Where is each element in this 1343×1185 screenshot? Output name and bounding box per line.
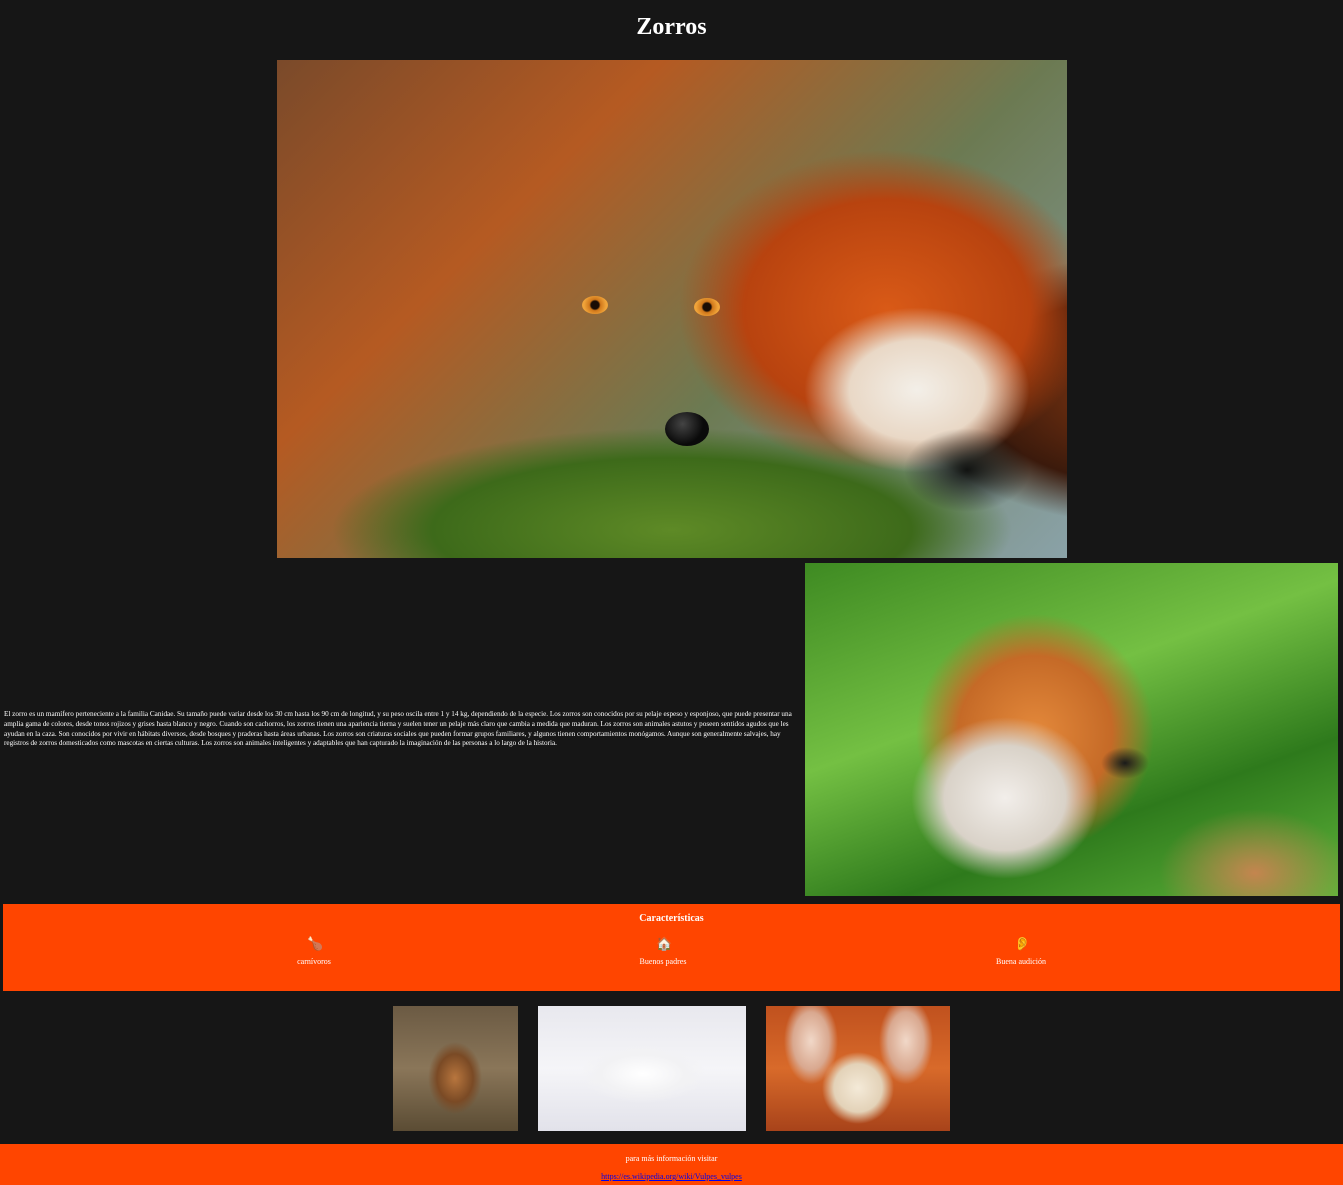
features-section: Características 🍗 carnívoros 🏠 Buenos pa…: [3, 904, 1340, 991]
drumstick-icon: 🍗: [307, 936, 324, 951]
gallery-image-fennec-fox: [766, 1006, 950, 1131]
feature-good-hearing: 👂 Buena audición: [921, 936, 1121, 967]
footer-text: para más información visitar: [625, 1154, 718, 1163]
footer: para más información visitar https://es.…: [0, 1144, 1343, 1185]
hero-fox-eye-left: [582, 296, 608, 314]
feature-good-parents: 🏠 Buenos padres: [563, 936, 763, 967]
hero-fox-nose: [665, 412, 709, 446]
feature-carnivores: 🍗 carnívoros: [214, 936, 414, 967]
intro-text-block: El zorro es un mamífero perteneciente a …: [4, 563, 804, 896]
hero-fox-eye-right: [694, 298, 720, 316]
feature-label: carnívoros: [297, 957, 331, 966]
footer-link-wrapper: https://es.wikipedia.org/wiki/Vulpes_vul…: [0, 1172, 1343, 1181]
hero-fox-image: [277, 60, 1067, 558]
ear-icon: 👂: [1014, 936, 1031, 951]
features-title: Características: [639, 913, 704, 924]
feature-label: Buena audición: [996, 957, 1046, 966]
page-title: Zorros: [636, 14, 707, 40]
gallery-image-gray-fox: [393, 1006, 518, 1131]
wikipedia-link[interactable]: https://es.wikipedia.org/wiki/Vulpes_vul…: [601, 1172, 742, 1181]
family-home-icon: 🏠: [656, 936, 673, 951]
feature-label: Buenos padres: [639, 957, 687, 966]
intro-section: El zorro es un mamífero perteneciente a …: [0, 563, 1343, 896]
side-fox-image: [805, 563, 1338, 896]
intro-paragraph: El zorro es un mamífero perteneciente a …: [4, 710, 792, 748]
gallery-image-arctic-fox: [538, 1006, 746, 1131]
